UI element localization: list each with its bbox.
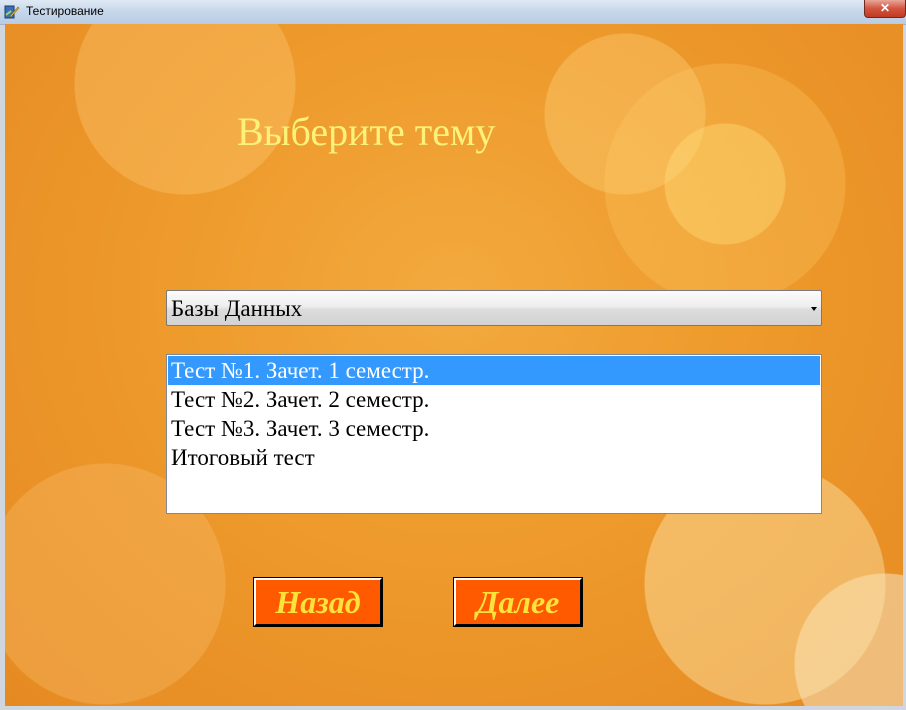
app-icon (4, 5, 20, 19)
test-list[interactable]: Тест №1. Зачет. 1 семестр. Тест №2. Заче… (166, 354, 822, 514)
test-list-item[interactable]: Тест №3. Зачет. 3 семестр. (168, 414, 820, 443)
back-button-label: Назад (275, 584, 361, 620)
page-title: Выберите тему (237, 109, 496, 154)
title-bar[interactable]: Тестирование ✕ (0, 0, 906, 25)
next-button-label: Далее (476, 584, 560, 620)
test-list-item[interactable]: Тест №1. Зачет. 1 семестр. (168, 356, 820, 385)
subject-select-value: Базы Данных (171, 296, 303, 321)
window-title: Тестирование (26, 4, 104, 18)
next-button[interactable]: Далее (453, 577, 583, 627)
dropdown-arrow-icon[interactable] (811, 307, 817, 311)
close-button[interactable]: ✕ (864, 0, 906, 18)
back-button[interactable]: Назад (253, 577, 383, 627)
close-icon: ✕ (879, 1, 891, 15)
app-window: Тестирование ✕ Выберите тему Базы Данных… (0, 0, 906, 710)
subject-select[interactable]: Базы Данных (166, 290, 822, 326)
test-list-item[interactable]: Итоговый тест (168, 443, 820, 472)
test-list-item[interactable]: Тест №2. Зачет. 2 семестр. (168, 385, 820, 414)
main-panel: Выберите тему Базы Данных Тест №1. Зачет… (5, 24, 903, 706)
